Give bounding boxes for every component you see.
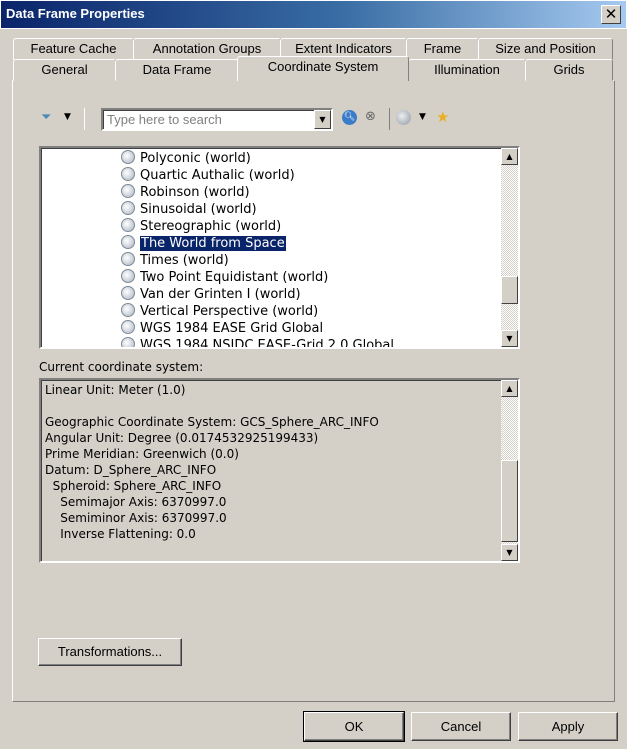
list-item[interactable]: The World from Space [121, 235, 287, 252]
tab-illumination[interactable]: Illumination [408, 59, 526, 81]
globe-icon [121, 235, 135, 249]
scroll-up-button[interactable]: ▲ [501, 148, 518, 165]
search-input[interactable]: Type here to search ▼ [101, 108, 333, 131]
detail-line: Spheroid: Sphere_ARC_INFO [45, 479, 222, 493]
list-item-label: Vertical Perspective (world) [140, 304, 319, 319]
list-item-label: The World from Space [139, 235, 287, 252]
clear-search-icon[interactable]: ⊗ [365, 109, 376, 124]
globe-icon [121, 184, 135, 198]
apply-button[interactable]: Apply [518, 712, 618, 741]
coordinate-system-list[interactable]: Polyconic (world) Quartic Authalic (world… [39, 146, 520, 349]
list-item[interactable]: Sinusoidal (world) [121, 201, 257, 218]
detail-line: Geographic Coordinate System: GCS_Sphere… [45, 415, 379, 429]
globe-icon [121, 337, 135, 347]
toolbar-separator [389, 108, 390, 130]
tab-general[interactable]: General [13, 59, 116, 81]
coordinate-system-details[interactable]: Linear Unit: Meter (1.0) Geographic Coord… [39, 378, 520, 563]
list-item-label: Polyconic (world) [140, 151, 251, 166]
list-item[interactable]: WGS 1984 NSIDC EASE-Grid 2.0 Global [121, 337, 394, 349]
detail-line: Angular Unit: Degree (0.0174532925199433… [45, 431, 319, 445]
tab-feature-cache[interactable]: Feature Cache [13, 38, 134, 60]
search-icon[interactable]: 🔍︎ [342, 110, 357, 125]
scroll-down-button[interactable]: ▼ [501, 544, 518, 561]
scroll-down-button[interactable]: ▼ [501, 330, 518, 347]
list-item-label: Robinson (world) [140, 185, 250, 200]
list-item[interactable]: Times (world) [121, 252, 229, 269]
tab-frame[interactable]: Frame [406, 38, 479, 60]
list-scrollbar[interactable]: ▲ ▼ [501, 148, 518, 347]
current-coordinate-system-label: Current coordinate system: [39, 360, 204, 374]
tab-coordinate-system[interactable]: Coordinate System [237, 56, 409, 81]
list-item[interactable]: Stereographic (world) [121, 218, 281, 235]
globe-icon [121, 201, 135, 215]
cancel-button[interactable]: Cancel [411, 712, 511, 741]
list-item[interactable]: Van der Grinten I (world) [121, 286, 301, 303]
close-button[interactable]: ✕ [601, 5, 621, 24]
scroll-thumb[interactable] [501, 276, 518, 304]
list-item[interactable]: Robinson (world) [121, 184, 250, 201]
filter-icon[interactable]: ⏷ [41, 110, 51, 125]
globe-icon [121, 303, 135, 317]
detail-line: Prime Meridian: Greenwich (0.0) [45, 447, 239, 461]
window-title: Data Frame Properties [6, 6, 145, 21]
search-dropdown-icon[interactable]: ▼ [314, 110, 331, 129]
globe-icon [121, 320, 135, 334]
globe-icon [121, 150, 135, 164]
tab-data-frame[interactable]: Data Frame [115, 59, 239, 81]
list-item[interactable]: Quartic Authalic (world) [121, 167, 295, 184]
globe-icon [121, 167, 135, 181]
globe-icon [121, 269, 135, 283]
globe-icon [121, 286, 135, 300]
list-item-label: WGS 1984 NSIDC EASE-Grid 2.0 Global [140, 338, 394, 349]
detail-line: Linear Unit: Meter (1.0) [45, 383, 186, 397]
list-item[interactable]: WGS 1984 EASE Grid Global [121, 320, 323, 337]
globe-icon [121, 252, 135, 266]
search-placeholder: Type here to search [107, 112, 222, 127]
detail-line: Semimajor Axis: 6370997.0 [45, 495, 227, 509]
scroll-thumb[interactable] [501, 460, 518, 542]
list-item-label: Sinusoidal (world) [140, 202, 257, 217]
detail-line: Semiminor Axis: 6370997.0 [45, 511, 227, 525]
scroll-up-button[interactable]: ▲ [501, 380, 518, 397]
list-item[interactable]: Vertical Perspective (world) [121, 303, 318, 320]
filter-dropdown-icon[interactable]: ▼ [64, 112, 71, 122]
favorite-add-icon[interactable]: ★ [436, 108, 449, 126]
list-item-label: WGS 1984 EASE Grid Global [140, 321, 324, 336]
tab-grids[interactable]: Grids [525, 59, 613, 81]
globe-add-icon[interactable] [396, 110, 411, 125]
list-item-label: Quartic Authalic (world) [140, 168, 295, 183]
ok-button[interactable]: OK [303, 711, 405, 742]
list-item[interactable]: Polyconic (world) [121, 150, 251, 167]
transformations-button[interactable]: Transformations... [38, 638, 182, 666]
list-item-label: Van der Grinten I (world) [140, 287, 301, 302]
detail-line: Inverse Flattening: 0.0 [45, 527, 196, 541]
list-item[interactable]: Two Point Equidistant (world) [121, 269, 328, 286]
list-item-label: Times (world) [140, 253, 229, 268]
details-scrollbar[interactable]: ▲ ▼ [501, 380, 518, 561]
toolbar-separator [84, 108, 85, 130]
list-item-label: Stereographic (world) [140, 219, 282, 234]
tab-size-and-position[interactable]: Size and Position [478, 38, 613, 60]
list-item-label: Two Point Equidistant (world) [140, 270, 329, 285]
globe-icon [121, 218, 135, 232]
detail-line: Datum: D_Sphere_ARC_INFO [45, 463, 217, 477]
globe-dropdown-icon[interactable]: ▼ [419, 112, 426, 122]
